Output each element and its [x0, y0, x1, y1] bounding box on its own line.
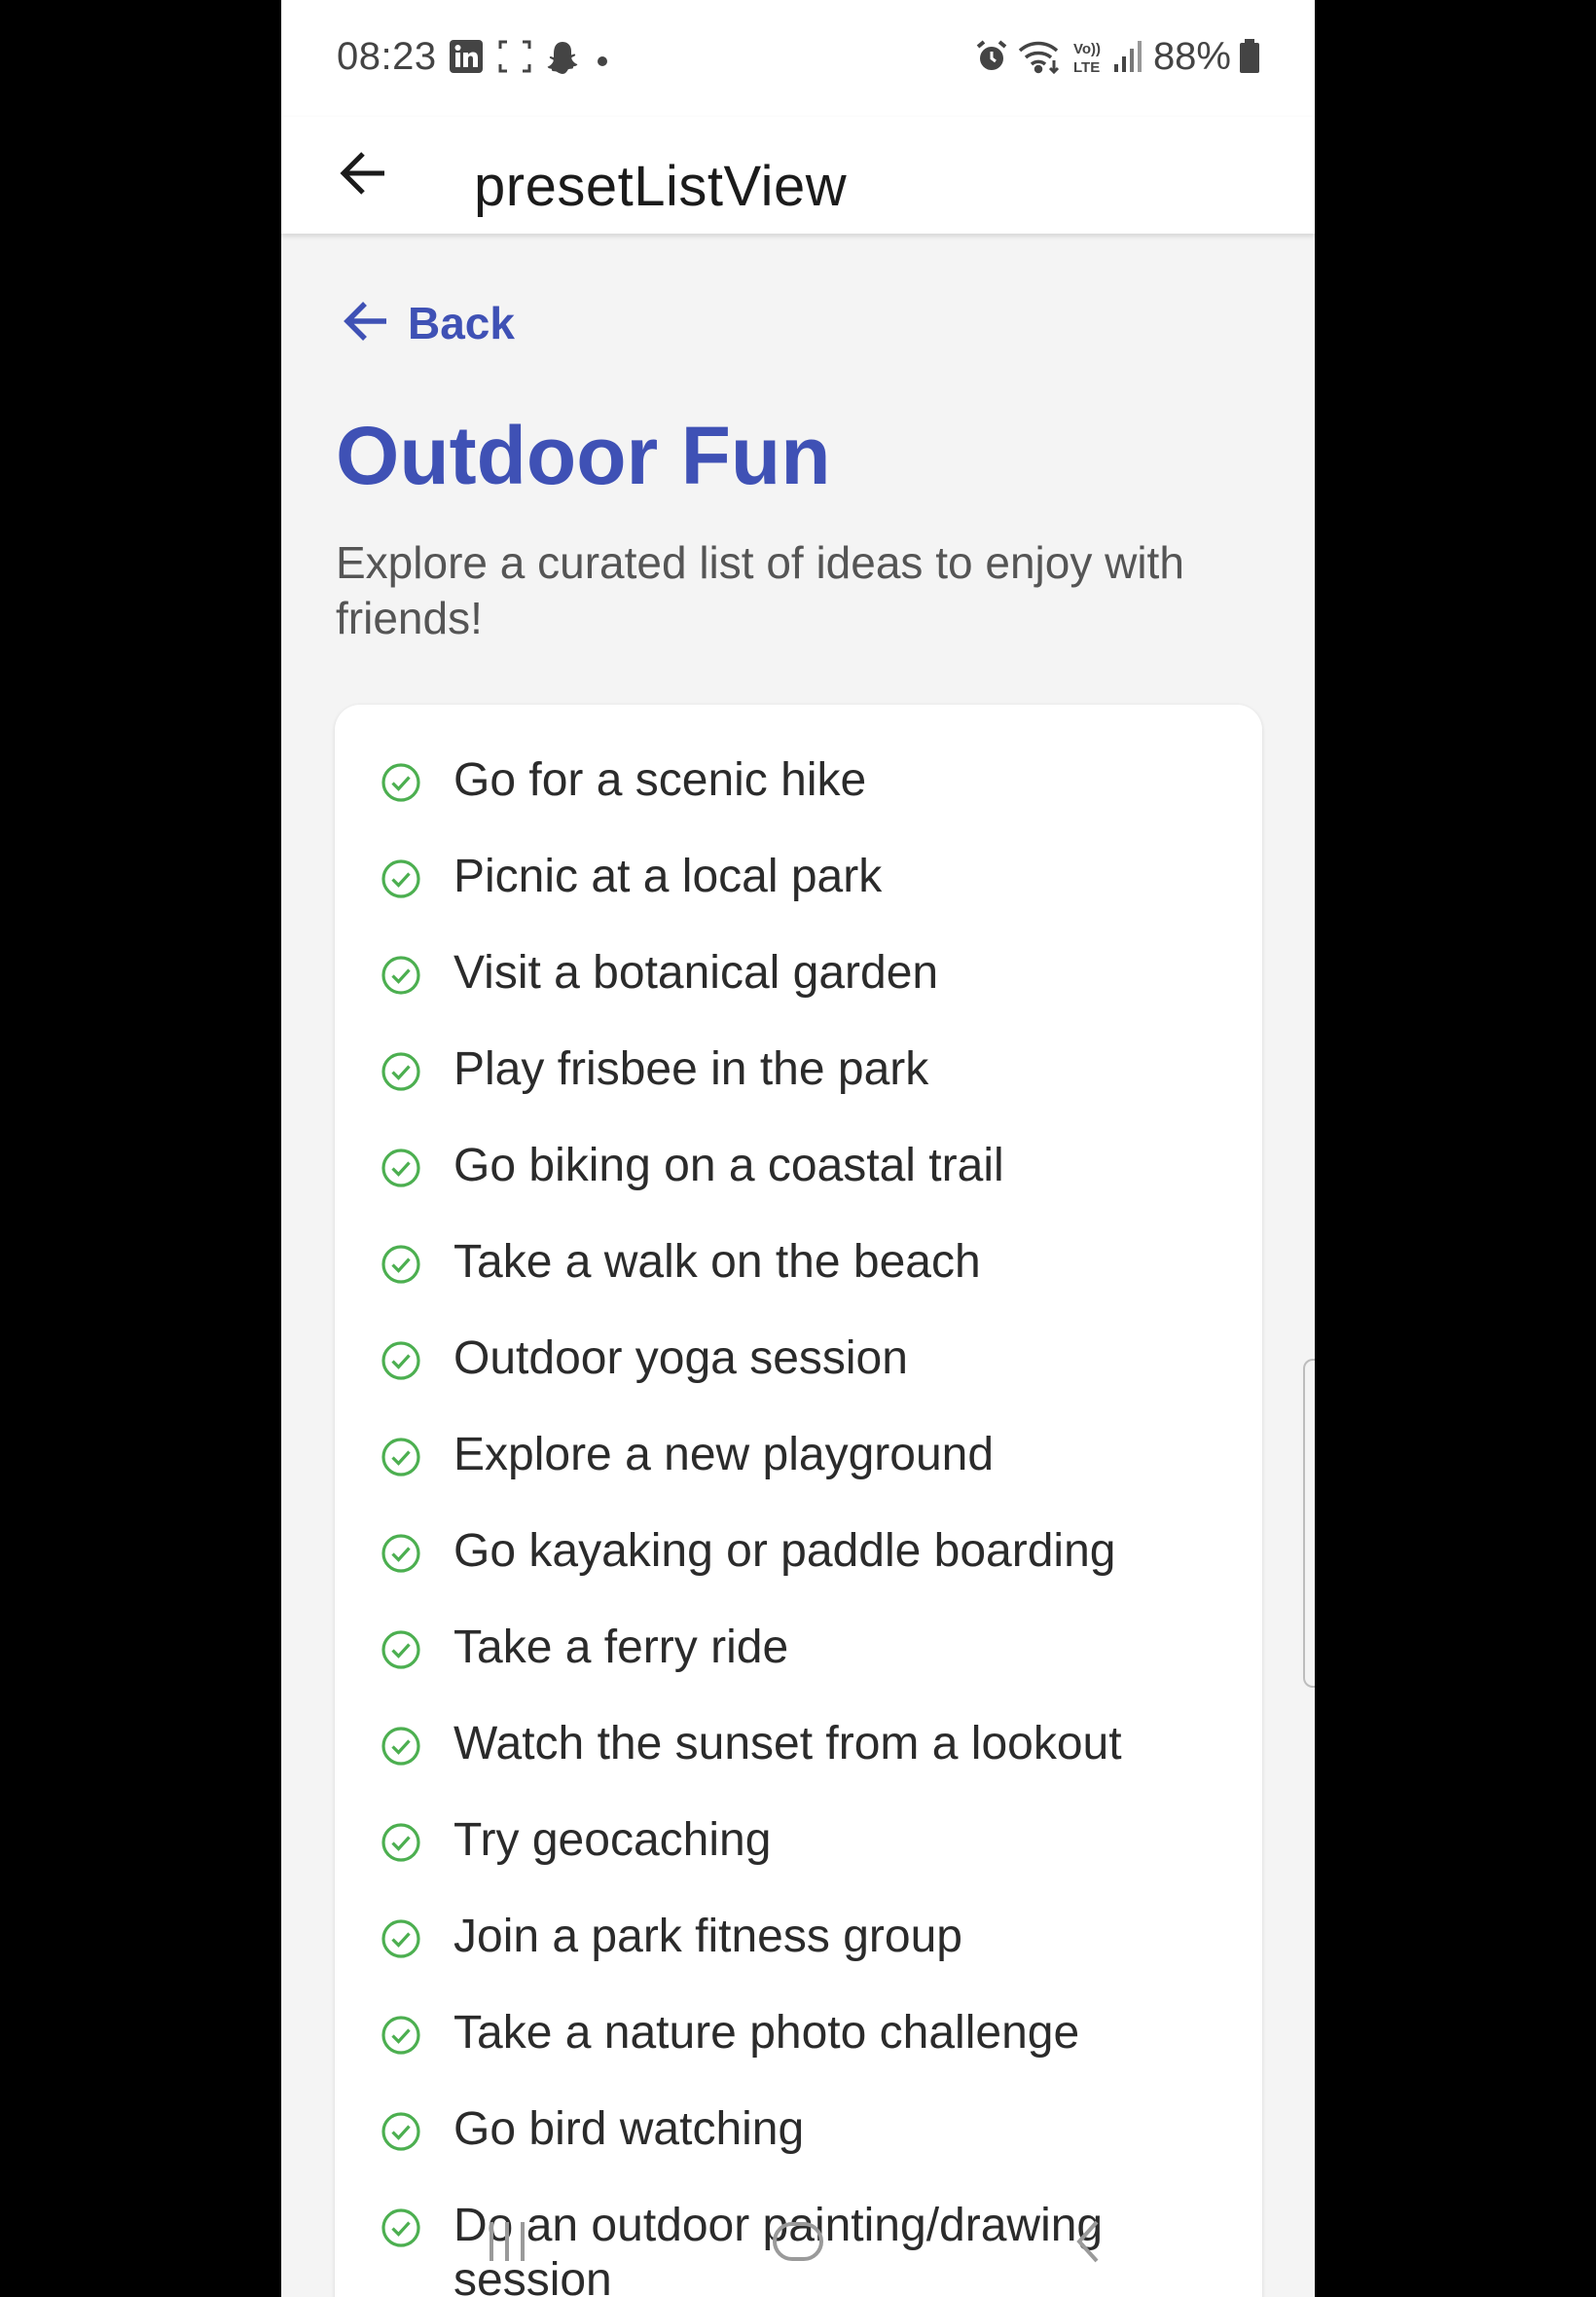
scrollbar-thumb[interactable] — [1303, 1359, 1315, 1688]
list-item: Play frisbee in the park — [335, 1033, 1262, 1129]
list-item-label: Outdoor yoga session — [453, 1332, 908, 1384]
screenshot-icon — [497, 39, 532, 79]
snapchat-icon — [544, 39, 581, 81]
page-subtitle: Explore a curated list of ideas to enjoy… — [336, 537, 1184, 643]
list-item: Watch the sunset from a lookout — [335, 1707, 1262, 1804]
check-circle-icon — [380, 1243, 422, 1286]
appbar-title: presetListView — [474, 155, 848, 218]
list-item: Join a park fitness group — [335, 1900, 1262, 1996]
signal-icon — [1112, 39, 1143, 79]
list-item-label: Take a nature photo challenge — [453, 2007, 1080, 2059]
page-title: Outdoor Fun — [336, 410, 831, 501]
svg-text:Vo)): Vo)) — [1073, 41, 1101, 57]
arrow-left-icon — [338, 148, 388, 203]
home-icon — [769, 2212, 827, 2276]
back-link-label: Back — [408, 298, 515, 348]
list-item: Take a ferry ride — [335, 1611, 1262, 1707]
check-circle-icon — [380, 1532, 422, 1575]
list-item-label: Go for a scenic hike — [453, 754, 867, 806]
battery-level: 88% — [1152, 35, 1231, 78]
check-circle-icon — [380, 1436, 422, 1478]
list-item: Picnic at a local park — [335, 840, 1262, 936]
system-back-button[interactable] — [1031, 2190, 1147, 2297]
status-bar: 08:23 Vo)) LTE 88% — [281, 0, 1315, 117]
check-circle-icon — [380, 1339, 422, 1382]
navigation-bar — [281, 2190, 1315, 2297]
list-item-label: Go bird watching — [453, 2103, 805, 2155]
list-item: Outdoor yoga session — [335, 1322, 1262, 1418]
recents-button[interactable] — [449, 2190, 565, 2297]
wifi-icon — [1017, 39, 1064, 79]
svg-text:LTE: LTE — [1073, 59, 1100, 76]
linkedin-icon — [449, 39, 484, 79]
check-circle-icon — [380, 761, 422, 804]
check-circle-icon — [380, 857, 422, 900]
list-item-label: Picnic at a local park — [453, 851, 883, 902]
check-circle-icon — [380, 1821, 422, 1864]
phone-screen: 08:23 Vo)) LTE 88% presetListView Back O… — [281, 0, 1315, 2297]
list-item: Take a walk on the beach — [335, 1225, 1262, 1322]
list-item-label: Go biking on a coastal trail — [453, 1140, 1004, 1191]
app-bar: presetListView — [281, 117, 1315, 234]
list-item: Go biking on a coastal trail — [335, 1129, 1262, 1225]
list-item: Go bird watching — [335, 2093, 1262, 2189]
list-item-label: Visit a botanical garden — [453, 947, 939, 999]
check-circle-icon — [380, 2014, 422, 2057]
status-time: 08:23 — [337, 35, 437, 78]
alarm-icon — [974, 39, 1009, 79]
list-item-label: Take a walk on the beach — [453, 1236, 981, 1288]
check-circle-icon — [380, 1050, 422, 1093]
list-item: Visit a botanical garden — [335, 936, 1262, 1033]
list-item-label: Try geocaching — [453, 1814, 772, 1866]
back-link[interactable]: Back — [340, 292, 515, 354]
arrow-left-icon — [340, 296, 390, 351]
back-icon — [1060, 2212, 1118, 2276]
list-item-label: Explore a new playground — [453, 1429, 995, 1480]
check-circle-icon — [380, 954, 422, 997]
list-item: Try geocaching — [335, 1804, 1262, 1900]
check-circle-icon — [380, 1917, 422, 1960]
check-circle-icon — [380, 2110, 422, 2153]
appbar-back-button[interactable] — [326, 138, 400, 212]
list-item: Explore a new playground — [335, 1418, 1262, 1514]
check-circle-icon — [380, 1725, 422, 1768]
battery-icon — [1239, 39, 1260, 79]
list-item-label: Watch the sunset from a lookout — [453, 1718, 1122, 1769]
dot-icon — [598, 54, 607, 71]
list-item: Go for a scenic hike — [335, 744, 1262, 840]
check-circle-icon — [380, 1628, 422, 1671]
idea-list: Go for a scenic hike Picnic at a local pa… — [335, 744, 1262, 2297]
list-item-label: Take a ferry ride — [453, 1622, 789, 1673]
check-circle-icon — [380, 1147, 422, 1189]
list-item-label: Join a park fitness group — [453, 1911, 962, 1962]
list-item: Go kayaking or paddle boarding — [335, 1514, 1262, 1611]
list-item-label: Play frisbee in the park — [453, 1043, 929, 1095]
volte-icon: Vo)) LTE — [1071, 37, 1106, 81]
home-button[interactable] — [740, 2190, 856, 2297]
recents-icon — [478, 2212, 536, 2276]
list-item-label: Go kayaking or paddle boarding — [453, 1525, 1116, 1577]
ideas-card: Go for a scenic hike Picnic at a local pa… — [335, 705, 1262, 2297]
list-item: Take a nature photo challenge — [335, 1996, 1262, 2093]
